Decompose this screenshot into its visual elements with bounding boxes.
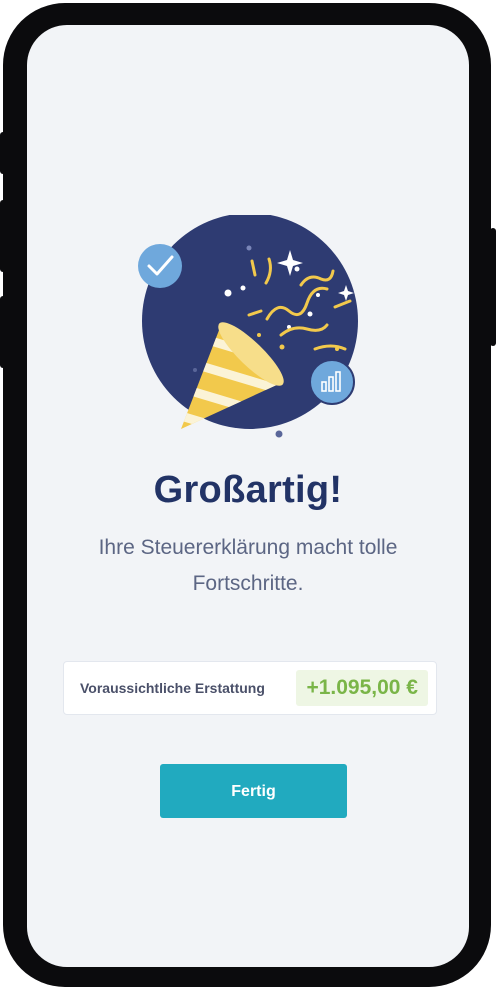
- checkmark-icon: [138, 244, 182, 288]
- power-button: [490, 228, 496, 346]
- refund-card: Voraussichtliche Erstattung +1.095,00 €: [63, 661, 437, 715]
- subtitle: Ihre Steuererklärung macht tolle Fortsch…: [67, 530, 429, 602]
- volume-down-button: [0, 296, 6, 368]
- page-title: Großartig!: [153, 469, 343, 511]
- subtitle-line-1: Ihre Steuererklärung macht tolle: [98, 536, 398, 559]
- celebration-illustration: [138, 215, 358, 438]
- subtitle-line-2: Fortschritte.: [192, 572, 304, 595]
- volume-up-button: [0, 200, 6, 272]
- refund-label: Voraussichtliche Erstattung: [80, 680, 265, 696]
- refund-amount-badge: +1.095,00 €: [296, 670, 428, 706]
- mute-switch: [0, 132, 6, 174]
- done-button[interactable]: Fertig: [160, 764, 347, 818]
- bar-chart-icon: [309, 359, 355, 405]
- screen: Großartig! Ihre Steuererklärung macht to…: [27, 25, 469, 967]
